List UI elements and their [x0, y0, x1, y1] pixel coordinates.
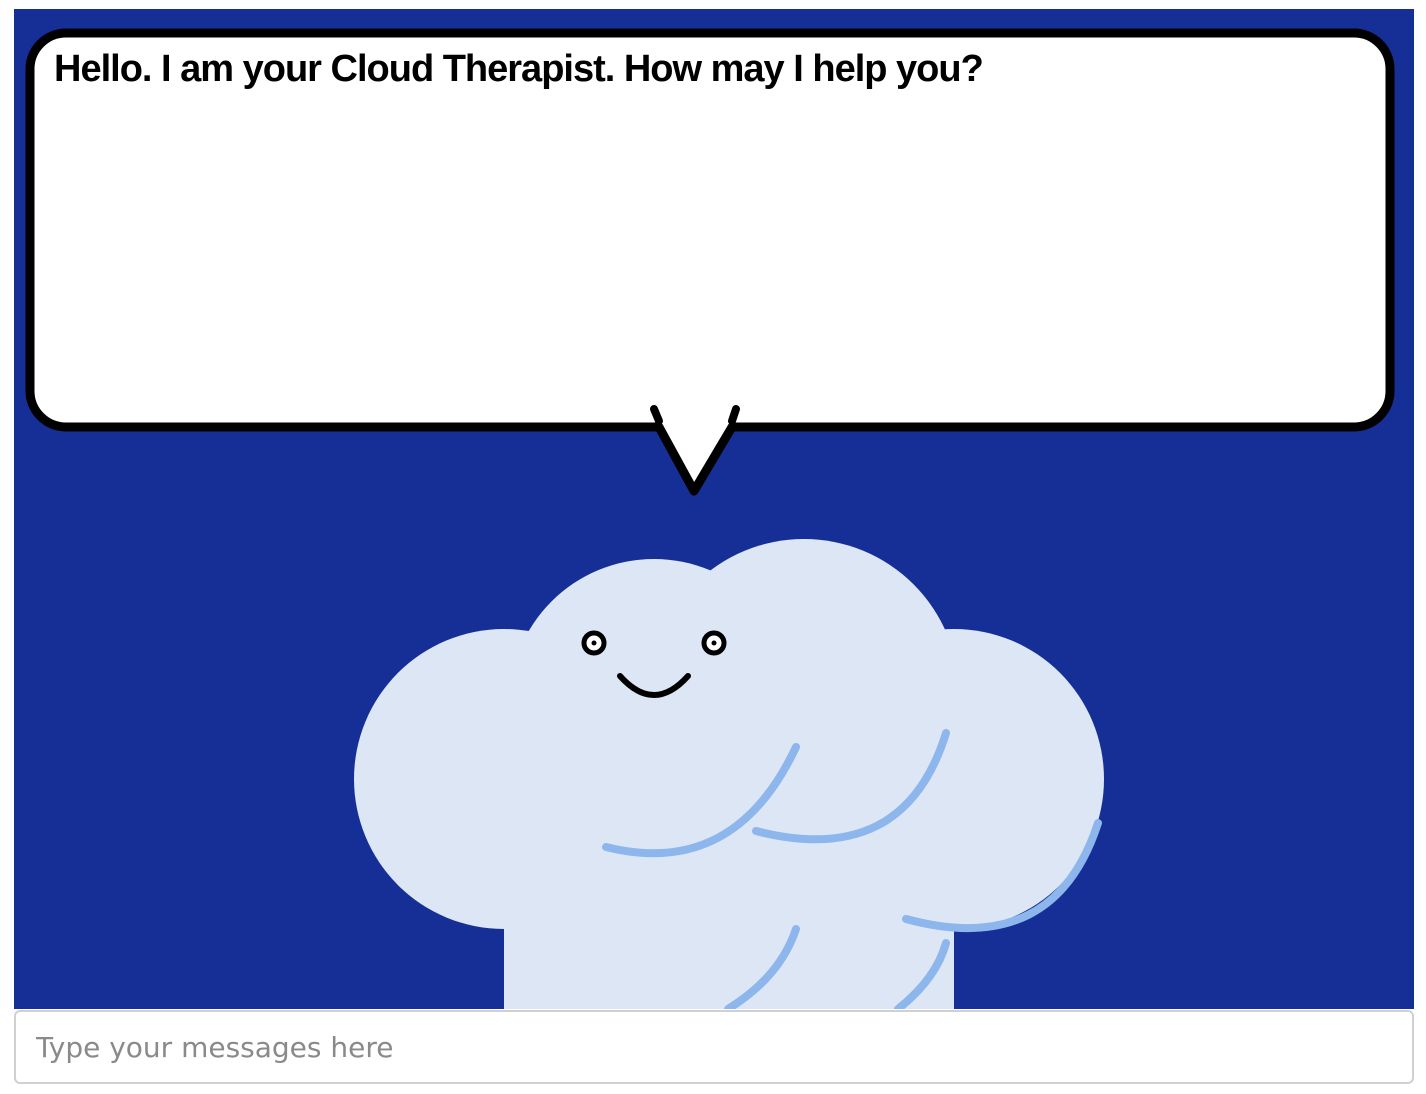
- message-input[interactable]: [14, 1010, 1414, 1084]
- smiling-cloud-icon: [354, 539, 1104, 1009]
- cloud-body: [354, 539, 1104, 1009]
- therapist-message: Hello. I am your Cloud Therapist. How ma…: [54, 48, 984, 90]
- chat-stage: Hello. I am your Cloud Therapist. How ma…: [14, 9, 1414, 1009]
- speech-bubble-outline: [25, 28, 1395, 496]
